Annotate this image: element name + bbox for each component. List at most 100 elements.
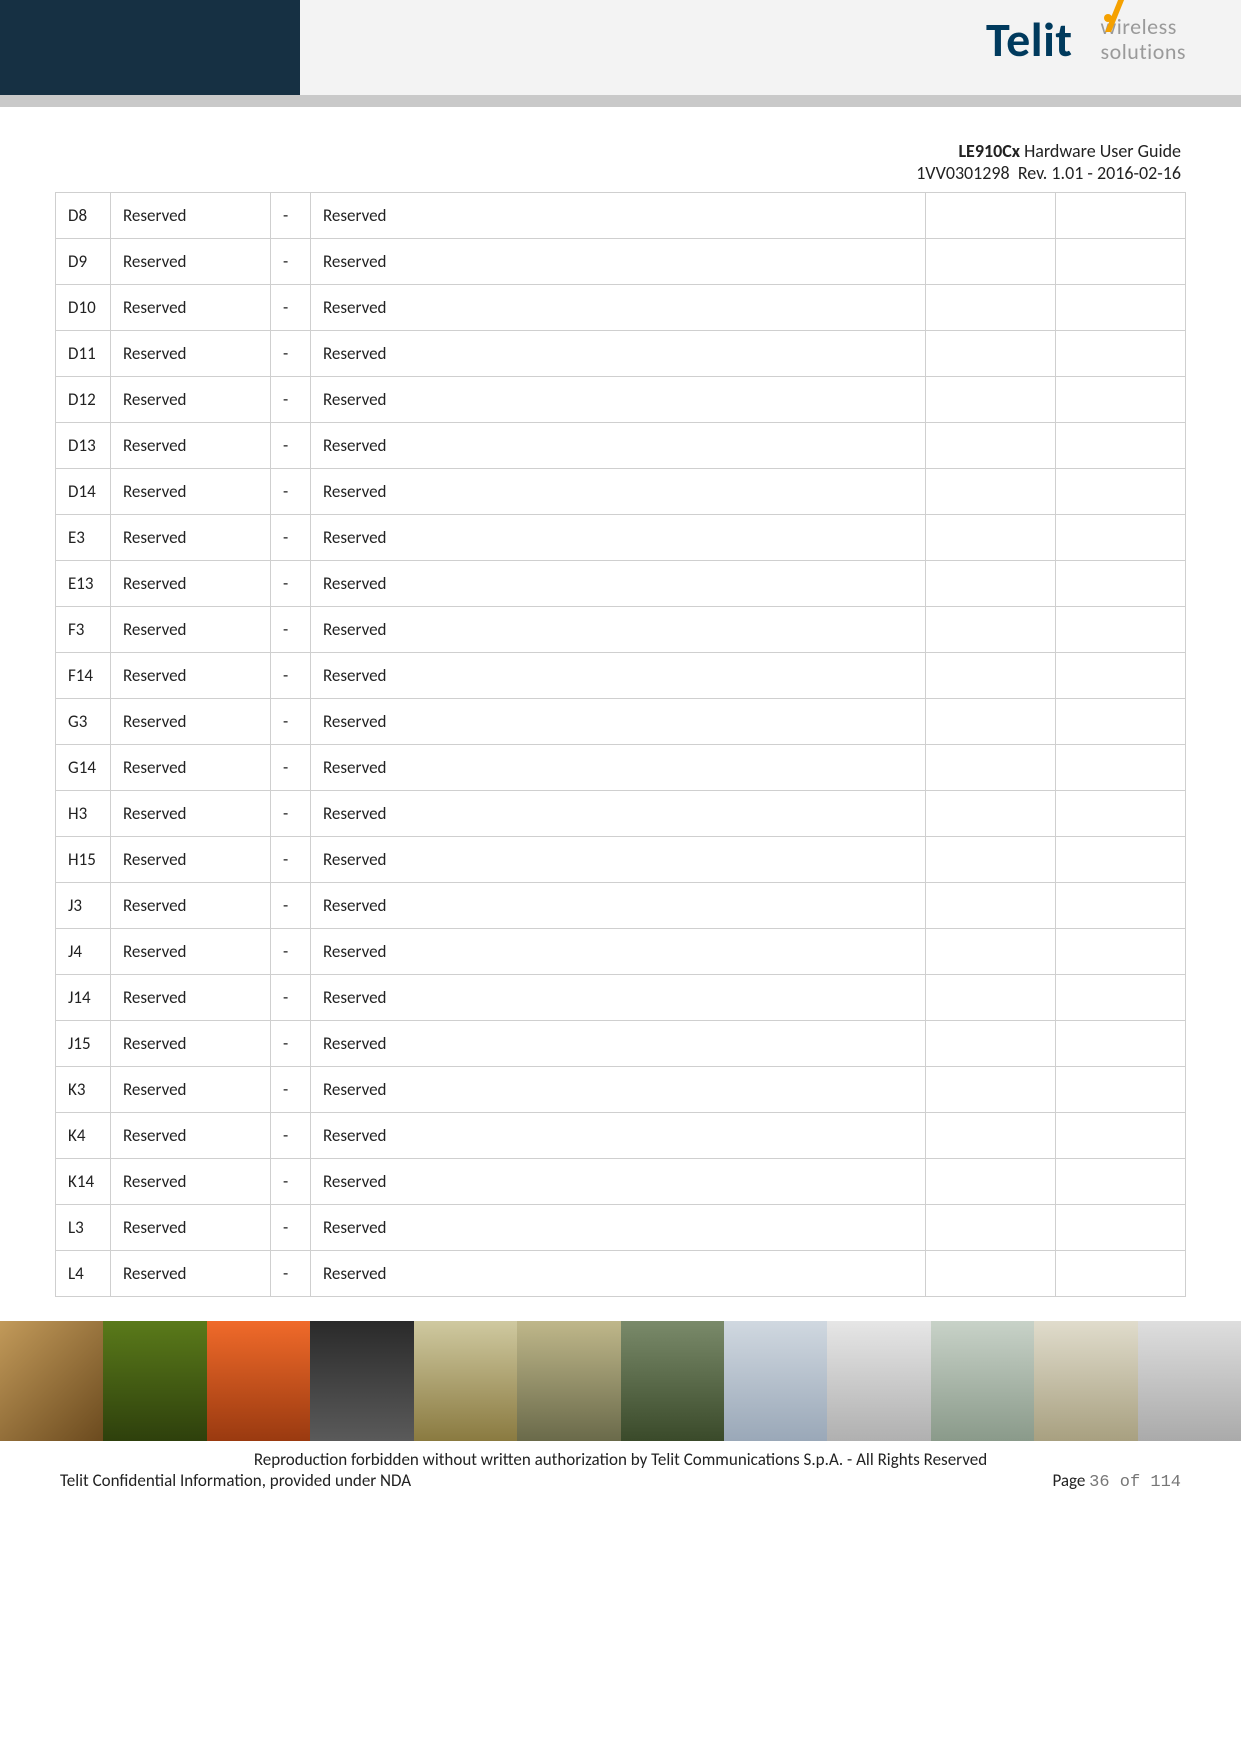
table-row: K4Reserved-Reserved bbox=[56, 1113, 1186, 1159]
cell-name: Reserved bbox=[111, 883, 271, 929]
cell-blank-6 bbox=[1056, 1067, 1186, 1113]
cell-blank-6 bbox=[1056, 239, 1186, 285]
cell-blank-6 bbox=[1056, 1021, 1186, 1067]
cell-blank-6 bbox=[1056, 285, 1186, 331]
cell-blank-6 bbox=[1056, 1205, 1186, 1251]
doc-title-rest: Hardware User Guide bbox=[1020, 140, 1181, 162]
cell-name: Reserved bbox=[111, 285, 271, 331]
cell-func: Reserved bbox=[311, 1021, 926, 1067]
cell-func: Reserved bbox=[311, 745, 926, 791]
footer-line-1: Reproduction forbidden without written a… bbox=[60, 1449, 1181, 1470]
cell-blank-5 bbox=[926, 607, 1056, 653]
cell-io: - bbox=[271, 377, 311, 423]
footer-page: Page 36 of 114 bbox=[1052, 1470, 1181, 1492]
cell-blank-5 bbox=[926, 239, 1056, 285]
cell-name: Reserved bbox=[111, 331, 271, 377]
cell-blank-6 bbox=[1056, 193, 1186, 239]
cell-blank-5 bbox=[926, 1067, 1056, 1113]
cell-io: - bbox=[271, 331, 311, 377]
cell-func: Reserved bbox=[311, 975, 926, 1021]
cell-func: Reserved bbox=[311, 607, 926, 653]
cell-blank-5 bbox=[926, 1159, 1056, 1205]
cell-func: Reserved bbox=[311, 515, 926, 561]
cell-blank-5 bbox=[926, 653, 1056, 699]
table-row: L4Reserved-Reserved bbox=[56, 1251, 1186, 1297]
cell-pin: J15 bbox=[56, 1021, 111, 1067]
table-row: J3Reserved-Reserved bbox=[56, 883, 1186, 929]
cell-pin: G3 bbox=[56, 699, 111, 745]
cell-pin: J3 bbox=[56, 883, 111, 929]
table-row: G3Reserved-Reserved bbox=[56, 699, 1186, 745]
cell-pin: J14 bbox=[56, 975, 111, 1021]
cell-pin: F14 bbox=[56, 653, 111, 699]
cell-blank-6 bbox=[1056, 607, 1186, 653]
cell-func: Reserved bbox=[311, 1251, 926, 1297]
cell-blank-6 bbox=[1056, 699, 1186, 745]
cell-blank-6 bbox=[1056, 975, 1186, 1021]
table-row: L3Reserved-Reserved bbox=[56, 1205, 1186, 1251]
cell-io: - bbox=[271, 791, 311, 837]
pin-table-body: D8Reserved-ReservedD9Reserved-ReservedD1… bbox=[56, 193, 1186, 1297]
cell-func: Reserved bbox=[311, 837, 926, 883]
cell-blank-5 bbox=[926, 423, 1056, 469]
table-row: G14Reserved-Reserved bbox=[56, 745, 1186, 791]
cell-func: Reserved bbox=[311, 653, 926, 699]
footer-thumb bbox=[931, 1321, 1034, 1441]
cell-name: Reserved bbox=[111, 1251, 271, 1297]
cell-name: Reserved bbox=[111, 561, 271, 607]
cell-blank-5 bbox=[926, 745, 1056, 791]
footer-thumb bbox=[414, 1321, 517, 1441]
table-row: H15Reserved-Reserved bbox=[56, 837, 1186, 883]
cell-blank-6 bbox=[1056, 515, 1186, 561]
cell-pin: K4 bbox=[56, 1113, 111, 1159]
cell-func: Reserved bbox=[311, 193, 926, 239]
tagline-line-2: solutions bbox=[1101, 40, 1187, 64]
cell-blank-5 bbox=[926, 975, 1056, 1021]
cell-blank-5 bbox=[926, 515, 1056, 561]
doc-revision: 1VV0301298 Rev. 1.01 - 2016-02-16 bbox=[0, 162, 1181, 184]
footer-image-strip bbox=[0, 1321, 1241, 1441]
table-row: J14Reserved-Reserved bbox=[56, 975, 1186, 1021]
cell-name: Reserved bbox=[111, 423, 271, 469]
table-row: E13Reserved-Reserved bbox=[56, 561, 1186, 607]
cell-name: Reserved bbox=[111, 745, 271, 791]
cell-name: Reserved bbox=[111, 377, 271, 423]
cell-name: Reserved bbox=[111, 699, 271, 745]
cell-name: Reserved bbox=[111, 515, 271, 561]
cell-name: Reserved bbox=[111, 1067, 271, 1113]
cell-io: - bbox=[271, 1251, 311, 1297]
cell-name: Reserved bbox=[111, 1159, 271, 1205]
cell-name: Reserved bbox=[111, 791, 271, 837]
cell-io: - bbox=[271, 837, 311, 883]
footer-thumb bbox=[827, 1321, 930, 1441]
cell-blank-5 bbox=[926, 837, 1056, 883]
cell-pin: G14 bbox=[56, 745, 111, 791]
cell-blank-6 bbox=[1056, 1251, 1186, 1297]
cell-io: - bbox=[271, 1021, 311, 1067]
cell-pin: D9 bbox=[56, 239, 111, 285]
cell-pin: D10 bbox=[56, 285, 111, 331]
footer-thumb bbox=[310, 1321, 413, 1441]
cell-func: Reserved bbox=[311, 377, 926, 423]
cell-io: - bbox=[271, 515, 311, 561]
cell-func: Reserved bbox=[311, 1067, 926, 1113]
cell-func: Reserved bbox=[311, 1159, 926, 1205]
cell-io: - bbox=[271, 653, 311, 699]
cell-name: Reserved bbox=[111, 653, 271, 699]
cell-pin: L4 bbox=[56, 1251, 111, 1297]
doc-rev: Rev. 1.01 - 2016-02-16 bbox=[1018, 162, 1181, 184]
table-row: E3Reserved-Reserved bbox=[56, 515, 1186, 561]
cell-blank-5 bbox=[926, 331, 1056, 377]
cell-blank-6 bbox=[1056, 791, 1186, 837]
cell-blank-5 bbox=[926, 285, 1056, 331]
pin-table: D8Reserved-ReservedD9Reserved-ReservedD1… bbox=[55, 192, 1186, 1297]
cell-func: Reserved bbox=[311, 791, 926, 837]
footer-confidential: Telit Confidential Information, provided… bbox=[60, 1470, 411, 1492]
table-row: J15Reserved-Reserved bbox=[56, 1021, 1186, 1067]
table-row: K3Reserved-Reserved bbox=[56, 1067, 1186, 1113]
cell-name: Reserved bbox=[111, 193, 271, 239]
table-row: D9Reserved-Reserved bbox=[56, 239, 1186, 285]
cell-pin: H3 bbox=[56, 791, 111, 837]
footer-thumb bbox=[621, 1321, 724, 1441]
cell-pin: E3 bbox=[56, 515, 111, 561]
